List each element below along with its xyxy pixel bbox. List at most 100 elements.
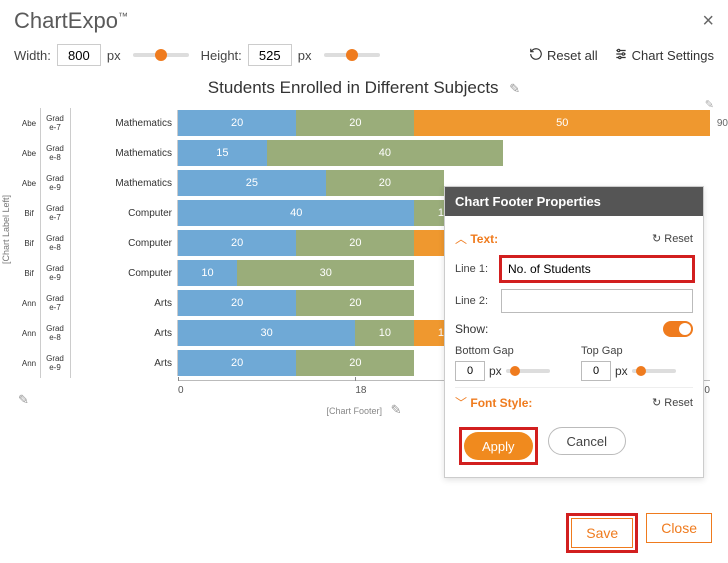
cat3: Arts bbox=[154, 298, 172, 309]
cat2: Grade-7 bbox=[40, 204, 70, 222]
chevron-down-icon: ﹀ bbox=[455, 396, 467, 410]
bottom-gap-unit: px bbox=[489, 364, 502, 378]
cat2: Grade-8 bbox=[40, 234, 70, 252]
top-gap-input[interactable] bbox=[581, 361, 611, 381]
cat2: Grade-9 bbox=[40, 354, 70, 372]
save-button[interactable]: Save bbox=[571, 518, 633, 548]
width-slider[interactable] bbox=[133, 53, 189, 57]
line1-label: Line 1: bbox=[455, 263, 495, 275]
header: ChartExpo™ × bbox=[0, 0, 728, 38]
bottom-gap-slider[interactable] bbox=[506, 369, 550, 373]
edit-title-icon[interactable]: ✎ bbox=[509, 81, 520, 96]
edit-footer-icon[interactable]: ✎ bbox=[391, 402, 402, 417]
height-slider[interactable] bbox=[324, 53, 380, 57]
reset-text-button[interactable]: ↻ Reset bbox=[652, 232, 693, 245]
height-unit: px bbox=[298, 48, 312, 63]
close-button[interactable]: Close bbox=[646, 513, 712, 543]
reset-all-label: Reset all bbox=[547, 48, 598, 63]
bar-segment: 20 bbox=[178, 230, 296, 256]
height-input[interactable] bbox=[248, 44, 292, 66]
apply-highlight: Apply bbox=[459, 427, 538, 465]
row-category: BifGrade-8 Computer bbox=[18, 230, 178, 256]
brand-name: ChartExpo bbox=[14, 8, 118, 33]
section-font-toggle[interactable]: ﹀ Font Style: bbox=[455, 394, 532, 411]
save-highlight: Save bbox=[566, 513, 638, 553]
row-category: BifGrade-7Computer bbox=[18, 200, 178, 226]
cat1: Ann bbox=[18, 299, 40, 308]
cat2: Grade-7 bbox=[40, 294, 70, 312]
cat1: Bif bbox=[18, 269, 40, 278]
cat2: Grade-9 bbox=[40, 174, 70, 192]
close-icon[interactable]: × bbox=[702, 10, 714, 33]
chart-settings-button[interactable]: Chart Settings bbox=[614, 47, 714, 64]
edit-left-label-icon[interactable]: ✎ bbox=[18, 392, 29, 408]
bar-segment: 20 bbox=[296, 290, 414, 316]
bar-segment: 40 bbox=[267, 140, 503, 166]
row-category: AnnGrade-9 Arts bbox=[18, 350, 178, 376]
cat1: Bif bbox=[18, 209, 40, 218]
show-label: Show: bbox=[455, 322, 488, 336]
cat2: Grade-9 bbox=[40, 264, 70, 282]
bar-segment: 20 bbox=[326, 170, 444, 196]
bar-segment: 15 bbox=[178, 140, 267, 166]
cat1: Abe bbox=[18, 149, 40, 158]
cat1: Bif bbox=[18, 239, 40, 248]
bar-segment: 20 bbox=[178, 110, 296, 136]
row-category: AbeGrade-7Mathematics bbox=[18, 110, 178, 136]
cat1: Ann bbox=[18, 329, 40, 338]
line2-label: Line 2: bbox=[455, 295, 495, 307]
cat3: Computer bbox=[128, 238, 172, 249]
cat3: Arts bbox=[154, 328, 172, 339]
show-toggle[interactable] bbox=[663, 321, 693, 337]
cat3: Computer bbox=[128, 268, 172, 279]
cancel-button[interactable]: Cancel bbox=[548, 427, 626, 455]
row-category: AnnGrade-8 Arts bbox=[18, 320, 178, 346]
cat3: Mathematics bbox=[115, 118, 172, 129]
table-row: AbeGrade-7Mathematics20205090 bbox=[18, 110, 710, 136]
section-font-label: Font Style: bbox=[470, 396, 532, 410]
top-gap-slider[interactable] bbox=[632, 369, 676, 373]
bar-segment: 20 bbox=[178, 290, 296, 316]
row-category: AnnGrade-7 Arts bbox=[18, 290, 178, 316]
bar-segment: 10 bbox=[355, 320, 414, 346]
top-gap-unit: px bbox=[615, 364, 628, 378]
row-category: BifGrade-9 Computer bbox=[18, 260, 178, 286]
bottom-gap-label: Bottom Gap bbox=[455, 345, 567, 357]
stacked-bar: 1540 bbox=[178, 140, 710, 166]
reset-font-button[interactable]: ↻ Reset bbox=[652, 396, 693, 409]
cat1: Abe bbox=[18, 119, 40, 128]
bar-segment: 20 bbox=[296, 230, 414, 256]
chart-left-label: [Chart Label Left] bbox=[1, 195, 11, 264]
chart-settings-label: Chart Settings bbox=[632, 48, 714, 63]
top-gap-label: Top Gap bbox=[581, 345, 693, 357]
apply-button[interactable]: Apply bbox=[464, 432, 533, 460]
line2-input[interactable] bbox=[501, 289, 693, 313]
section-text-toggle[interactable]: ︿ Text: bbox=[455, 230, 498, 247]
footer-properties-panel: Chart Footer Properties ︿ Text: ↻ Reset … bbox=[444, 186, 704, 478]
bottom-gap-input[interactable] bbox=[455, 361, 485, 381]
cat3: Arts bbox=[154, 358, 172, 369]
x-tick: 0 bbox=[178, 381, 355, 396]
width-input[interactable] bbox=[57, 44, 101, 66]
refresh-icon: ↻ bbox=[652, 232, 661, 245]
chart-title-row: Students Enrolled in Different Subjects … bbox=[0, 72, 728, 100]
refresh-icon bbox=[529, 47, 543, 64]
chevron-up-icon: ︿ bbox=[455, 232, 467, 246]
row-total: 90 bbox=[717, 110, 728, 136]
width-unit: px bbox=[107, 48, 121, 63]
cat3: Mathematics bbox=[115, 148, 172, 159]
line1-input[interactable] bbox=[501, 257, 693, 281]
bar-segment: 20 bbox=[296, 110, 414, 136]
bar-segment: 20 bbox=[178, 350, 296, 376]
bar-segment: 30 bbox=[178, 320, 355, 346]
cat1: Ann bbox=[18, 359, 40, 368]
brand-tm: ™ bbox=[118, 12, 128, 23]
reset-all-button[interactable]: Reset all bbox=[529, 47, 598, 64]
table-row: AbeGrade-8 Mathematics 1540 bbox=[18, 140, 710, 166]
cat2: Grade-8 bbox=[40, 144, 70, 162]
chart-title: Students Enrolled in Different Subjects bbox=[208, 78, 499, 97]
row-category: AbeGrade-8 Mathematics bbox=[18, 140, 178, 166]
cat2: Grade-8 bbox=[40, 324, 70, 342]
height-label: Height: bbox=[201, 48, 242, 63]
row-category: AbeGrade-9Mathematics bbox=[18, 170, 178, 196]
